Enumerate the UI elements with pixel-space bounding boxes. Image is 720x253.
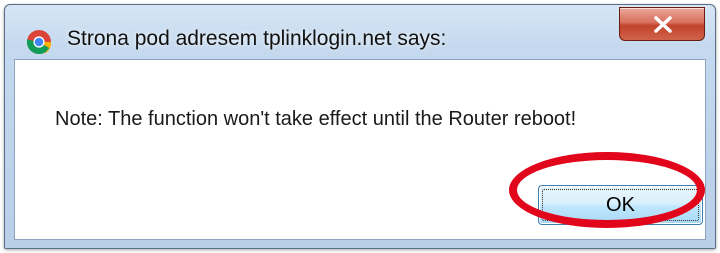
dialog-body: Note: The function won't take effect unt… bbox=[14, 59, 706, 240]
ok-button[interactable]: OK bbox=[538, 185, 703, 225]
chrome-icon bbox=[26, 29, 52, 55]
dialog-message: Note: The function won't take effect unt… bbox=[55, 108, 577, 130]
alert-dialog: Strona pod adresem tplinklogin.net says:… bbox=[4, 4, 716, 249]
dialog-titlebar: Strona pod adresem tplinklogin.net says: bbox=[5, 5, 715, 55]
close-icon bbox=[654, 16, 672, 33]
close-button[interactable] bbox=[619, 7, 705, 41]
dialog-title: Strona pod adresem tplinklogin.net says: bbox=[67, 27, 447, 50]
